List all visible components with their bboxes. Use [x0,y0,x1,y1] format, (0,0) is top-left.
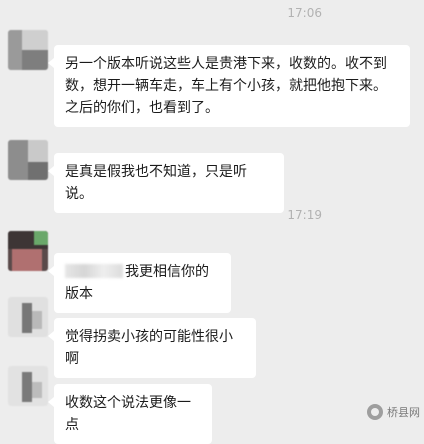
redacted-name [65,264,123,278]
avatar[interactable] [8,366,48,406]
timestamp: 17:06 [287,6,322,20]
message-text: 觉得拐卖小孩的可能性很小啊 [65,329,233,367]
message-text: 是真是假我也不知道，只是听说。 [65,164,247,202]
watermark: 桥县网 [367,404,420,420]
avatar[interactable] [8,30,48,70]
message-bubble[interactable]: 另一个版本听说这些人是贵港下来，收数的。收不到数，想开一辆车走，车上有个小孩，就… [48,45,410,127]
message-bubble[interactable]: 我更相信你的版本 [48,253,231,313]
message-bubble[interactable]: 收数这个说法更像一点 [48,384,212,444]
avatar[interactable] [8,231,48,271]
avatar[interactable] [8,140,48,180]
avatar[interactable] [8,297,48,337]
message-bubble[interactable]: 是真是假我也不知道，只是听说。 [48,153,284,213]
message-text: 收数这个说法更像一点 [65,395,191,433]
message-text: 另一个版本听说这些人是贵港下来，收数的。收不到数，想开一辆车走，车上有个小孩，就… [65,56,387,116]
timestamp: 17:19 [287,208,322,222]
message-bubble[interactable]: 觉得拐卖小孩的可能性很小啊 [48,318,256,378]
wechat-channel-icon [367,404,383,420]
watermark-text: 桥县网 [387,406,420,419]
